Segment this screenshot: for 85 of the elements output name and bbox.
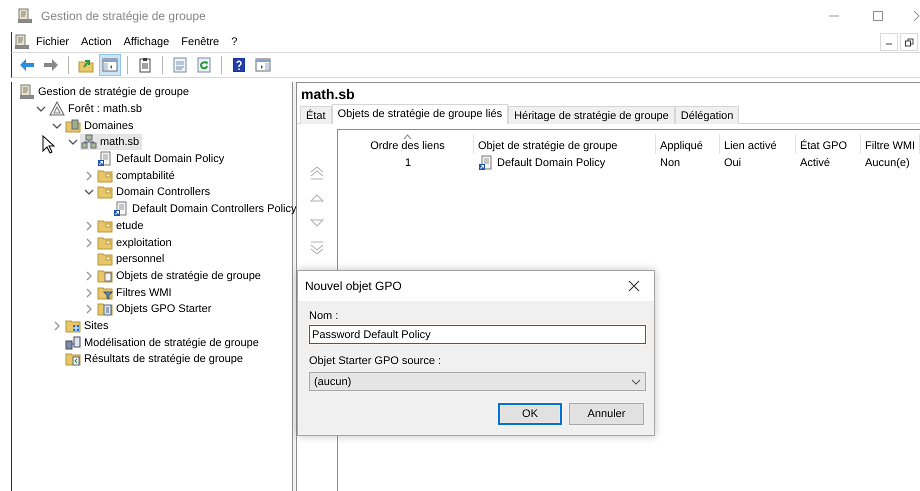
forward-arrow-icon bbox=[43, 57, 59, 73]
column-header[interactable]: État GPO bbox=[796, 134, 861, 154]
table-cell: 1 bbox=[404, 157, 412, 169]
field-label: Objet Starter GPO source : bbox=[309, 355, 442, 369]
mouse-pointer-icon bbox=[42, 135, 55, 154]
table-cell: Oui bbox=[724, 157, 742, 169]
policy-icon bbox=[113, 201, 129, 218]
menu-item[interactable]: Fenêtre bbox=[175, 36, 226, 48]
menu-item[interactable]: Action bbox=[75, 36, 118, 48]
menu-item[interactable]: ? bbox=[225, 36, 244, 48]
tab[interactable]: Héritage de stratégie de groupe bbox=[508, 106, 675, 124]
domains-folder-icon bbox=[65, 118, 81, 134]
table-cell: Non bbox=[660, 157, 680, 169]
window-title: Gestion de stratégie de groupe bbox=[41, 9, 206, 23]
tree-item[interactable]: math.sb bbox=[80, 134, 142, 150]
scope-title: math.sb bbox=[300, 85, 356, 104]
column-header[interactable]: Filtre WMI bbox=[861, 134, 920, 154]
policy-folder-icon bbox=[97, 268, 113, 284]
tree-item[interactable]: Objets GPO Starter bbox=[96, 301, 214, 318]
policy-icon bbox=[478, 155, 494, 171]
tree-item[interactable]: Domaines bbox=[64, 118, 137, 134]
tab[interactable]: Objets de stratégie de groupe liés bbox=[332, 104, 508, 124]
console-icon bbox=[14, 34, 30, 50]
sort-caret-icon bbox=[403, 134, 412, 140]
tree-item[interactable]: Forêt : math.sb bbox=[48, 101, 145, 118]
name-field[interactable]: Password Default Policy bbox=[309, 325, 646, 344]
triangle-icon bbox=[49, 101, 65, 118]
menu-item[interactable]: Affichage bbox=[118, 36, 176, 48]
tree-item[interactable]: Gestion de stratégie de groupe bbox=[18, 84, 192, 100]
maximize-icon bbox=[873, 11, 883, 21]
domain-icon bbox=[81, 134, 97, 150]
tab[interactable]: Délégation bbox=[674, 106, 740, 124]
dialog-button[interactable]: Annuler bbox=[569, 403, 644, 425]
restore-button[interactable] bbox=[900, 33, 918, 51]
sites-folder-icon bbox=[65, 318, 81, 334]
dropdown-caret-icon bbox=[631, 378, 641, 384]
tree-item[interactable]: Domain Controllers bbox=[96, 184, 214, 200]
back-arrow-icon bbox=[19, 57, 35, 73]
up-folder-icon bbox=[78, 57, 94, 73]
folder-icon bbox=[97, 184, 113, 200]
close-icon bbox=[628, 280, 640, 292]
folder-icon bbox=[97, 168, 113, 184]
clipboard-icon bbox=[137, 57, 153, 73]
table-cell: Aucun(e) bbox=[865, 157, 910, 169]
dialog-button[interactable]: OK bbox=[498, 403, 562, 425]
close-icon bbox=[914, 11, 920, 21]
tree-item[interactable]: comptabilité bbox=[96, 168, 178, 184]
policy-icon bbox=[97, 151, 113, 168]
folder-icon bbox=[97, 218, 113, 234]
starter-folder-icon bbox=[97, 301, 113, 318]
tab[interactable]: État bbox=[300, 106, 332, 124]
console-pane-icon bbox=[255, 57, 271, 73]
field-label: Nom : bbox=[309, 310, 340, 324]
restore-icon bbox=[904, 38, 914, 46]
source-dropdown[interactable]: (aucun) bbox=[309, 372, 646, 391]
console-icon bbox=[19, 84, 35, 100]
modeling-icon bbox=[65, 334, 81, 351]
menu-item[interactable]: Fichier bbox=[30, 36, 76, 48]
table-cell: Default Domain Policy bbox=[497, 157, 606, 169]
column-header[interactable]: Ordre des liens bbox=[338, 134, 474, 154]
column-header[interactable]: Objet de stratégie de groupe bbox=[474, 134, 656, 154]
help-icon bbox=[231, 57, 247, 73]
results-folder-icon bbox=[65, 351, 81, 368]
tree-item[interactable]: Objets de stratégie de groupe bbox=[96, 268, 264, 284]
console-icon bbox=[17, 8, 33, 24]
tree-item[interactable]: Default Domain Policy bbox=[96, 151, 228, 168]
console-tree-icon bbox=[102, 57, 118, 73]
tree-item[interactable]: etude bbox=[96, 218, 147, 234]
tree-item[interactable]: Résultats de stratégie de groupe bbox=[64, 351, 246, 368]
folder-icon bbox=[97, 251, 113, 268]
filter-folder-icon bbox=[97, 284, 113, 301]
tree-item[interactable]: personnel bbox=[96, 251, 168, 268]
table-cell: Activé bbox=[800, 157, 830, 169]
tree-item[interactable]: Filtres WMI bbox=[96, 284, 175, 301]
tree-item[interactable]: exploitation bbox=[96, 234, 175, 251]
folder-icon bbox=[97, 234, 113, 251]
dialog-title: Nouvel objet GPO bbox=[305, 279, 402, 293]
tree-item[interactable]: Modélisation de stratégie de groupe bbox=[64, 334, 262, 351]
properties-icon bbox=[172, 57, 188, 73]
refresh-icon bbox=[196, 57, 212, 73]
column-header[interactable]: Lien activé bbox=[720, 134, 796, 154]
column-header[interactable]: Appliqué bbox=[656, 134, 720, 154]
tree-item[interactable]: Default Domain Controllers Policy bbox=[112, 201, 300, 218]
toolbar-button[interactable] bbox=[99, 54, 121, 76]
tree-item[interactable]: Sites bbox=[64, 318, 112, 334]
